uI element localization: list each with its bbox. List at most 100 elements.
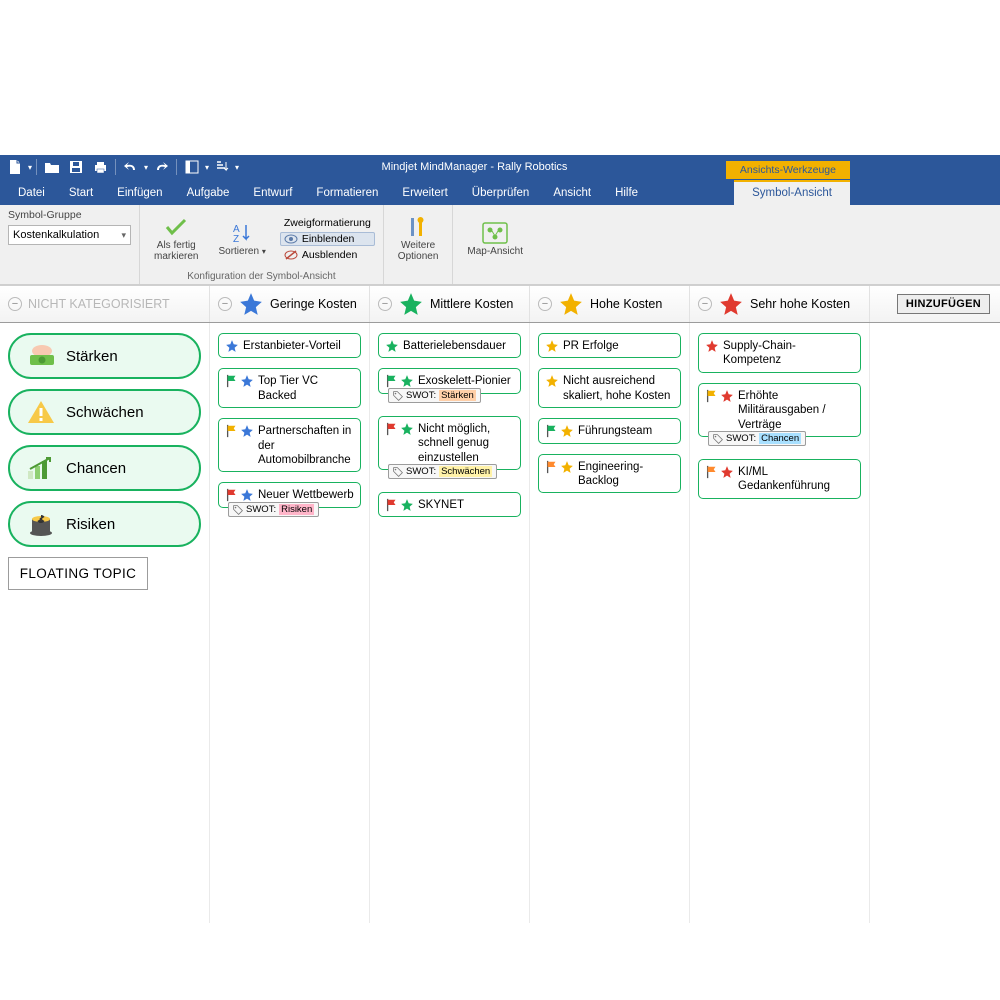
collapse-icon[interactable]: − <box>538 297 552 311</box>
flag-icon <box>385 422 399 436</box>
swot-tag[interactable]: SWOT: Schwächen <box>388 464 497 479</box>
lane-categories: Stärken Schwächen Chancen Risiken FLOATI… <box>0 323 210 923</box>
flag-icon <box>385 374 399 388</box>
eye-off-icon <box>284 249 298 261</box>
collapse-icon[interactable]: − <box>378 297 392 311</box>
redo-icon[interactable] <box>150 156 172 178</box>
topic-card[interactable]: Führungsteam <box>538 418 681 443</box>
swot-tag[interactable]: SWOT: Stärken <box>388 388 481 403</box>
flag-icon <box>385 498 399 512</box>
tab-symbol-ansicht[interactable]: Symbol-Ansicht <box>734 180 850 205</box>
svg-text:Z: Z <box>233 234 239 244</box>
lane-mittlere-kosten: BatterielebensdauerExoskelett-PionierSWO… <box>370 323 530 923</box>
tools-icon <box>408 216 428 238</box>
tab-aufgabe[interactable]: Aufgabe <box>175 182 242 205</box>
topic-card[interactable]: Supply-Chain-Kompetenz <box>698 333 861 373</box>
branch-format-label: Zweigformatierung <box>280 216 375 230</box>
topic-card[interactable]: Nicht möglich, schnell genug einzustelle… <box>378 416 521 470</box>
symbol-group-value: Kostenkalkulation <box>13 229 99 241</box>
map-view-icon <box>482 222 508 244</box>
lane-geringe-kosten: Erstanbieter-Vorteil Top Tier VC Backed Pa… <box>210 323 370 923</box>
hide-button[interactable]: Ausblenden <box>280 248 375 262</box>
tab-formatieren[interactable]: Formatieren <box>304 182 390 205</box>
swot-tag[interactable]: SWOT: Risiken <box>228 502 319 517</box>
symbol-group-label: Symbol-Gruppe <box>8 209 131 221</box>
quick-access-toolbar: ▾ ▾ ▾ ▾ <box>0 156 243 178</box>
print-icon[interactable] <box>89 156 111 178</box>
ribbon-config-caption: Konfiguration der Symbol-Ansicht <box>148 269 375 282</box>
symbol-group-combo[interactable]: Kostenkalkulation ▾ <box>8 225 131 245</box>
star-icon <box>720 389 734 403</box>
mark-done-button[interactable]: Als fertig markieren <box>148 214 204 264</box>
eye-icon <box>284 234 298 244</box>
star-icon <box>560 460 574 474</box>
tab-ansicht[interactable]: Ansicht <box>541 182 603 205</box>
add-column-button[interactable]: HINZUFÜGEN <box>897 294 990 314</box>
sort-qat-icon[interactable] <box>211 156 233 178</box>
star-icon <box>240 424 254 438</box>
chevron-down-icon: ▾ <box>121 230 126 241</box>
category-risiken[interactable]: Risiken <box>8 501 201 547</box>
tab-ueberpruefen[interactable]: Überprüfen <box>460 182 542 205</box>
star-icon <box>705 339 719 353</box>
star-icon <box>225 339 239 353</box>
topic-card[interactable]: Nicht ausreichend skaliert, hohe Kosten <box>538 368 681 408</box>
more-options-button[interactable]: Weitere Optionen <box>392 214 445 264</box>
undo-icon[interactable] <box>120 156 142 178</box>
growth-icon <box>26 455 56 481</box>
topic-card[interactable]: Batterielebensdauer <box>378 333 521 358</box>
context-tools-label: Ansichts-Werkzeuge <box>726 161 850 179</box>
topic-card[interactable]: Erstanbieter-Vorteil <box>218 333 361 358</box>
topic-card[interactable]: Engineering-Backlog <box>538 454 681 494</box>
star-icon <box>400 498 414 512</box>
open-icon[interactable] <box>41 156 63 178</box>
column-uncategorized[interactable]: − NICHT KATEGORISIERT <box>0 286 210 322</box>
category-schwaechen[interactable]: Schwächen <box>8 389 201 435</box>
money-icon <box>26 343 56 369</box>
topic-card[interactable]: KI/ML Gedankenführung <box>698 459 861 499</box>
hazard-icon <box>26 511 56 537</box>
collapse-icon[interactable]: − <box>698 297 712 311</box>
toggle-pane-icon[interactable] <box>181 156 203 178</box>
title-bar: ▾ ▾ ▾ ▾ Mindjet MindManager - Rally Robo… <box>0 155 1000 179</box>
category-staerken[interactable]: Stärken <box>8 333 201 379</box>
board-header: − NICHT KATEGORISIERT −Geringe Kosten−Mi… <box>0 285 1000 323</box>
flag-icon <box>225 424 239 438</box>
new-file-icon[interactable] <box>4 156 26 178</box>
star-icon <box>240 488 254 502</box>
star-icon <box>560 424 574 438</box>
star-icon <box>385 339 399 353</box>
warning-icon <box>26 399 56 425</box>
floating-topic[interactable]: FLOATING TOPIC <box>8 557 148 590</box>
collapse-icon[interactable]: − <box>8 297 22 311</box>
column-header[interactable]: −Mittlere Kosten <box>370 286 530 322</box>
topic-card[interactable]: Top Tier VC Backed <box>218 368 361 408</box>
save-icon[interactable] <box>65 156 87 178</box>
topic-card[interactable]: PR Erfolge <box>538 333 681 358</box>
tab-hilfe[interactable]: Hilfe <box>603 182 650 205</box>
map-view-button[interactable]: Map-Ansicht <box>461 220 529 259</box>
swot-tag[interactable]: SWOT: Chancen <box>708 431 806 446</box>
tab-datei[interactable]: Datei <box>6 182 57 205</box>
tab-entwurf[interactable]: Entwurf <box>241 182 304 205</box>
tab-einfuegen[interactable]: Einfügen <box>105 182 174 205</box>
topic-card[interactable]: Partnerschaften in der Automobilbranche <box>218 418 361 472</box>
flag-icon <box>545 460 559 474</box>
tab-erweitert[interactable]: Erweitert <box>390 182 459 205</box>
star-icon <box>545 339 559 353</box>
flag-icon <box>705 465 719 479</box>
app-title: Mindjet MindManager - Rally Robotics <box>243 161 726 173</box>
topic-card[interactable]: SKYNET <box>378 492 521 517</box>
category-chancen[interactable]: Chancen <box>8 445 201 491</box>
topic-card[interactable]: Erhöhte Militärausgaben / Verträge <box>698 383 861 437</box>
star-icon <box>400 422 414 436</box>
collapse-icon[interactable]: − <box>218 297 232 311</box>
tab-start[interactable]: Start <box>57 182 105 205</box>
sort-button[interactable]: AZ Sortieren ▾ <box>212 220 271 259</box>
column-header[interactable]: −Sehr hohe Kosten <box>690 286 870 322</box>
column-header[interactable]: −Hohe Kosten <box>530 286 690 322</box>
show-button[interactable]: Einblenden <box>280 232 375 246</box>
star-icon <box>240 374 254 388</box>
flag-icon <box>545 424 559 438</box>
column-header[interactable]: −Geringe Kosten <box>210 286 370 322</box>
